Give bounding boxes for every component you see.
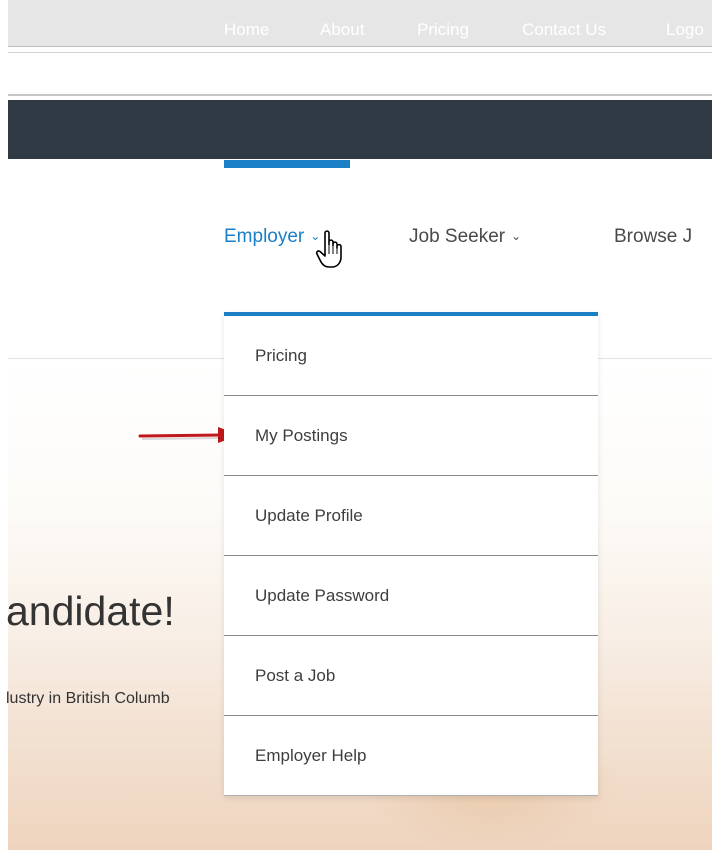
nav-link-about[interactable]: About: [320, 0, 364, 59]
subnav-job-seeker-label: Job Seeker: [409, 226, 506, 247]
menu-item-pricing[interactable]: Pricing: [224, 316, 598, 396]
subnav-employer[interactable]: Employer ⌄: [224, 226, 320, 248]
nav-link-logout[interactable]: Logo: [666, 0, 704, 59]
nav-link-contact-us[interactable]: Contact Us: [522, 0, 606, 59]
nav-link-home[interactable]: Home: [224, 0, 269, 59]
top-navbar: [8, 100, 712, 159]
menu-item-update-password[interactable]: Update Password: [224, 556, 598, 636]
employer-dropdown-menu: Pricing My Postings Update Profile Updat…: [224, 312, 598, 796]
subnav-browse-label: Browse J: [614, 226, 693, 247]
menu-item-update-profile[interactable]: Update Profile: [224, 476, 598, 556]
browser-divider: [8, 94, 712, 96]
hand-pointer-icon: [315, 230, 342, 268]
menu-item-employer-help[interactable]: Employer Help: [224, 716, 598, 796]
subnav-browse-jobs[interactable]: Browse J: [614, 226, 692, 248]
nav-link-pricing[interactable]: Pricing: [417, 0, 469, 59]
menu-item-post-a-job[interactable]: Post a Job: [224, 636, 598, 716]
subnav-employer-label: Employer: [224, 226, 305, 247]
menu-item-my-postings[interactable]: My Postings: [224, 396, 598, 476]
hero-title: andidate!: [6, 588, 175, 634]
active-nav-indicator: [224, 160, 350, 168]
subnav-job-seeker[interactable]: Job Seeker ⌄: [409, 226, 521, 248]
chevron-down-icon: ⌄: [511, 229, 522, 243]
hero-subtitle: lustry in British Columb: [6, 690, 170, 707]
